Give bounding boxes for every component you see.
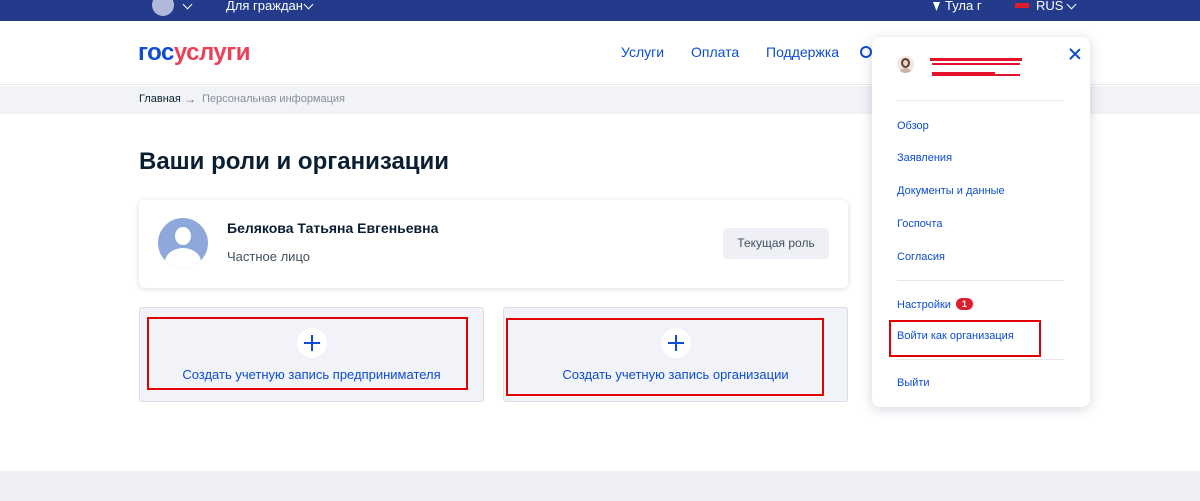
- menu-item-gospochta[interactable]: Госпочта: [897, 218, 942, 230]
- logo-part-uslugi: услуги: [173, 39, 251, 66]
- footer-strip: [0, 471, 1200, 501]
- language-selector[interactable]: RUS: [1036, 0, 1063, 12]
- nav-payment[interactable]: Оплата: [691, 44, 739, 60]
- notification-badge: 1: [955, 298, 973, 310]
- avatar-face: [903, 60, 908, 66]
- menu-item-documents[interactable]: Документы и данные: [897, 185, 1005, 197]
- avatar-body: [900, 68, 911, 73]
- location-pin-icon: [933, 2, 940, 11]
- top-bar: Для граждан Тула г RUS: [0, 0, 1200, 21]
- current-role-button[interactable]: Текущая роль: [723, 228, 829, 259]
- redaction-scribble: [932, 72, 995, 76]
- city-label[interactable]: Тула г: [945, 0, 982, 13]
- divider: [897, 280, 1064, 281]
- citizens-menu[interactable]: Для граждан: [226, 0, 303, 12]
- page-title: Ваши роли и организации: [139, 148, 450, 175]
- highlight-box: [889, 320, 1041, 357]
- chevron-down-icon[interactable]: [1066, 0, 1077, 10]
- profile-card: Белякова Татьяна Евгеньевна Частное лицо…: [139, 200, 848, 288]
- search-icon[interactable]: [860, 46, 872, 58]
- redaction-scribble: [930, 58, 1022, 61]
- logo-part-gos: гос: [138, 39, 174, 66]
- menu-item-logout[interactable]: Выйти: [897, 377, 930, 389]
- avatar: [158, 218, 208, 268]
- close-icon[interactable]: [1068, 47, 1082, 61]
- breadcrumb-current: Персональная информация: [202, 93, 346, 105]
- menu-item-overview[interactable]: Обзор: [897, 120, 929, 132]
- profile-name: Белякова Татьяна Евгеньевна: [227, 220, 439, 236]
- settings-label[interactable]: Настройки: [897, 299, 951, 311]
- avatar-body: [165, 248, 201, 268]
- menu-item-applications[interactable]: Заявления: [897, 152, 952, 164]
- highlight-box: [506, 318, 824, 396]
- nav-support[interactable]: Поддержка: [766, 44, 839, 60]
- emblem-icon[interactable]: [152, 0, 174, 16]
- divider: [897, 359, 1064, 360]
- flag-icon: [1015, 3, 1029, 8]
- profile-type: Частное лицо: [227, 249, 310, 264]
- chevron-down-icon[interactable]: [303, 0, 314, 10]
- gosuslugi-logo[interactable]: госуслуги: [138, 39, 251, 67]
- highlight-box: [147, 317, 468, 390]
- breadcrumb-home[interactable]: Главная: [139, 93, 181, 105]
- arrow-right-icon: →: [184, 92, 196, 106]
- nav-services[interactable]: Услуги: [621, 44, 664, 60]
- avatar-head: [175, 227, 191, 245]
- chevron-down-icon[interactable]: [182, 0, 193, 10]
- redaction-scribble: [992, 74, 1020, 76]
- avatar: [897, 56, 914, 73]
- city-selector[interactable]: Тула г: [933, 0, 982, 12]
- divider: [897, 100, 1064, 101]
- menu-item-settings[interactable]: Настройки 1: [897, 298, 973, 311]
- menu-item-consents[interactable]: Согласия: [897, 251, 945, 263]
- redaction-scribble: [932, 63, 1020, 65]
